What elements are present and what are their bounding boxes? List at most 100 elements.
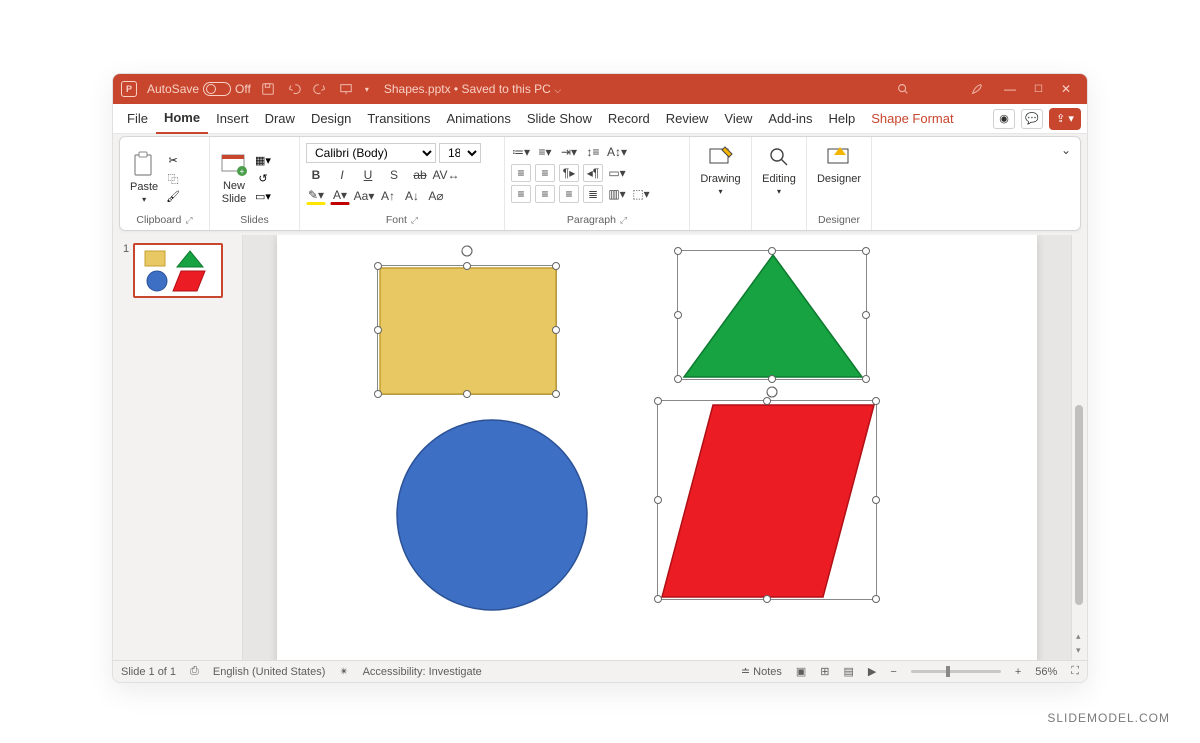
tab-slideshow[interactable]: Slide Show [519,104,600,134]
copy-icon[interactable]: ⿻ [165,172,181,186]
highlight-button[interactable]: ✎▾ [306,187,326,205]
tab-design[interactable]: Design [303,104,359,134]
new-slide-button[interactable]: + New Slide [216,148,252,206]
autosave-toggle[interactable]: AutoSave Off [147,82,251,96]
undo-icon[interactable] [287,82,301,96]
tab-draw[interactable]: Draw [257,104,303,134]
rectangle-selection[interactable] [377,265,557,395]
draw-icon[interactable] [970,82,984,96]
rtl-button[interactable]: ◂¶ [583,164,603,182]
tab-transitions[interactable]: Transitions [359,104,438,134]
drawing-button[interactable]: Drawing ▾ [696,141,745,226]
ltr-button[interactable]: ¶▸ [559,164,579,182]
zoom-level[interactable]: 56% [1035,666,1057,678]
justify-button[interactable]: ≣ [583,185,603,203]
share-button[interactable]: ⇪ ▾ [1049,108,1081,130]
redo-icon[interactable] [313,82,327,96]
align-left2-button[interactable]: ≡ [511,185,531,203]
scroll-down-icon[interactable]: ▾ [1076,645,1081,656]
slide-thumbnail[interactable] [133,243,223,298]
maximize-icon[interactable]: ☐ [1034,84,1043,95]
numbering-button[interactable]: ≡▾ [535,143,555,161]
tab-addins[interactable]: Add-ins [760,104,820,134]
present-icon[interactable] [339,82,353,96]
normal-view-icon[interactable]: ▣ [796,665,806,678]
columns-button[interactable]: ▥▾ [607,185,627,203]
font-group-label: Font [386,214,407,226]
window-title[interactable]: Shapes.pptx • Saved to this PC ⌵ [369,82,896,96]
sorter-view-icon[interactable]: ⊞ [820,665,829,678]
format-painter-icon[interactable]: 🖌 [165,190,181,204]
align-text-button[interactable]: ▭▾ [607,164,627,182]
circle-shape[interactable] [392,415,592,615]
zoom-slider[interactable] [911,670,1001,673]
cut-icon[interactable]: ✂ [165,154,181,168]
dialog-launcher-icon[interactable]: ⤢ [411,215,418,226]
minimize-icon[interactable]: — [1004,82,1016,96]
bold-button[interactable]: B [306,166,326,184]
section-icon[interactable]: ▭▾ [255,190,271,204]
notes-button[interactable]: ≐ Notes [741,665,782,678]
fit-window-icon[interactable]: ⛶ [1071,665,1079,678]
tab-record[interactable]: Record [600,104,658,134]
parallelogram-selection[interactable] [657,400,877,600]
strike-button[interactable]: ab [410,166,430,184]
align-right-button[interactable]: ≡ [559,185,579,203]
list-level-button[interactable]: ⇥▾ [559,143,579,161]
tab-file[interactable]: File [119,104,156,134]
underline-button[interactable]: U [358,166,378,184]
autosave-state: Off [235,82,251,96]
zoom-in-button[interactable]: + [1015,666,1021,678]
camera-mode-icon[interactable]: ◉ [993,109,1015,129]
italic-button[interactable]: I [332,166,352,184]
tab-home[interactable]: Home [156,104,208,134]
scroll-up-icon[interactable]: ▴ [1076,631,1081,642]
tab-animations[interactable]: Animations [439,104,519,134]
align-center2-button[interactable]: ≡ [535,185,555,203]
align-left-button[interactable]: ≡ [511,164,531,182]
slide-counter[interactable]: Slide 1 of 1 [121,666,176,678]
reading-view-icon[interactable]: ▤ [844,665,854,678]
line-spacing-button[interactable]: ↕≡ [583,143,603,161]
tab-view[interactable]: View [716,104,760,134]
triangle-selection[interactable] [677,250,867,380]
shadow-button[interactable]: S [384,166,404,184]
dialog-launcher-icon[interactable]: ⤢ [185,215,192,226]
collapse-ribbon-icon[interactable]: ⌄ [1056,141,1076,159]
spacing-button[interactable]: AV↔ [436,166,456,184]
font-size-select[interactable]: 18 [439,143,481,163]
tab-shape-format[interactable]: Shape Format [863,104,961,134]
dialog-launcher-icon[interactable]: ⤢ [620,215,627,226]
text-direction-button[interactable]: A↕▾ [607,143,627,161]
thumbnail-number: 1 [123,243,129,298]
clear-format-button[interactable]: A⌀ [426,187,446,205]
align-center-button[interactable]: ≡ [535,164,555,182]
paste-button[interactable]: Paste ▾ [126,149,162,206]
search-icon[interactable] [896,82,910,96]
comments-icon[interactable]: 💬 [1021,109,1043,129]
accessibility-status[interactable]: Accessibility: Investigate [363,666,482,678]
slide-canvas[interactable] [243,235,1071,660]
smartart-button[interactable]: ⬚▾ [631,185,651,203]
designer-button[interactable]: Designer [813,141,865,214]
bullets-button[interactable]: ≔▾ [511,143,531,161]
slideshow-view-icon[interactable]: ▶ [868,665,876,678]
vertical-scrollbar[interactable]: ▴ ▾ [1071,235,1087,660]
thumbnail-pane[interactable]: 1 [113,235,243,660]
shrink-font-button[interactable]: A↓ [402,187,422,205]
tab-review[interactable]: Review [658,104,717,134]
change-case-button[interactable]: Aa▾ [354,187,374,205]
font-color-button[interactable]: A▾ [330,187,350,205]
tab-help[interactable]: Help [820,104,863,134]
language-status[interactable]: English (United States) [213,666,326,678]
grow-font-button[interactable]: A↑ [378,187,398,205]
save-icon[interactable] [261,82,275,96]
zoom-out-button[interactable]: − [890,666,896,678]
reset-icon[interactable]: ↺ [255,172,271,186]
rotate-handle-icon[interactable] [460,244,474,258]
font-family-select[interactable]: Calibri (Body) [306,143,436,163]
close-icon[interactable]: ✕ [1061,82,1071,96]
layout-icon[interactable]: ▦▾ [255,154,271,168]
tab-insert[interactable]: Insert [208,104,257,134]
editing-button[interactable]: Editing ▾ [758,141,800,226]
